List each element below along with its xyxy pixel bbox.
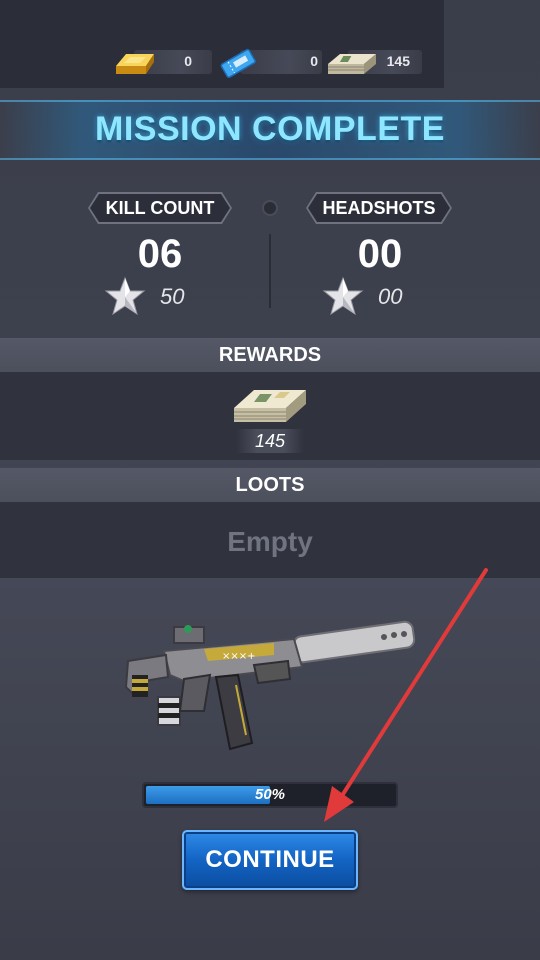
- kill-star-icon: [104, 276, 146, 316]
- headshots-value: 00: [357, 232, 403, 276]
- svg-text:×××+: ×××+: [222, 651, 256, 662]
- kill-score: 50: [160, 284, 185, 309]
- cash-stack-icon: [328, 54, 376, 74]
- reward-value: 145: [236, 429, 304, 453]
- cash-currency: 145: [326, 48, 422, 76]
- mission-title: MISSION COMPLETE: [95, 110, 445, 148]
- stats-divider: [269, 234, 271, 308]
- separator-dot: [262, 200, 278, 216]
- kill-count-value: 06: [137, 232, 183, 276]
- loots-empty-text: Empty: [227, 526, 313, 557]
- kill-count-label: KILL COUNT: [90, 194, 230, 222]
- rewards-header: REWARDS: [0, 338, 540, 372]
- headshot-star-icon: [322, 276, 364, 316]
- cash-stack-icon: [234, 390, 306, 422]
- gold-value: 0: [184, 53, 192, 69]
- gold-bar-icon: [116, 54, 154, 74]
- continue-button[interactable]: CONTINUE: [182, 830, 358, 890]
- red-arrow-icon: [324, 568, 488, 822]
- ticket-currency: 0: [218, 48, 322, 78]
- headshot-score: 00: [378, 284, 403, 309]
- headshots-label: HEADSHOTS: [308, 194, 450, 222]
- loots-header: LOOTS: [0, 468, 540, 502]
- ticket-icon: [220, 48, 256, 78]
- kill-count-tag: KILL COUNT: [88, 192, 232, 224]
- headshots-tag: HEADSHOTS: [306, 192, 452, 224]
- gold-currency: 0: [112, 48, 212, 76]
